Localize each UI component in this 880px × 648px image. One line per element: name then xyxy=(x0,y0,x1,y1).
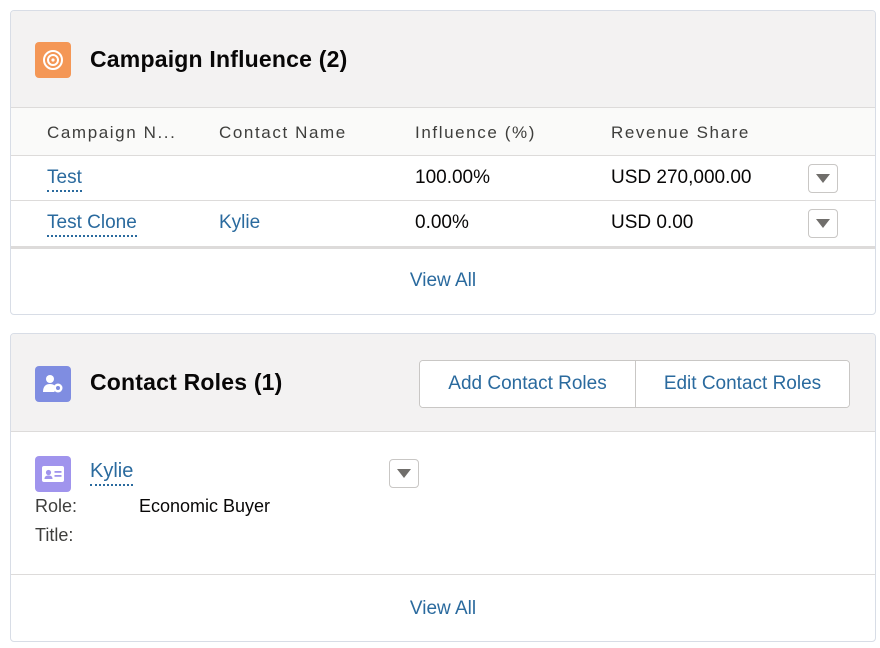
column-header-contact-name[interactable]: Contact Name xyxy=(219,123,347,143)
chevron-down-icon xyxy=(816,174,830,183)
view-all-link[interactable]: View All xyxy=(11,598,875,620)
view-all-link[interactable]: View All xyxy=(11,270,875,292)
chevron-down-icon xyxy=(816,219,830,228)
contact-roles-card: Contact Roles (1) Add Contact Roles Edit… xyxy=(10,333,876,642)
row-actions-button[interactable] xyxy=(808,209,838,238)
campaign-link[interactable]: Test xyxy=(47,167,82,192)
title-label: Title: xyxy=(35,525,74,545)
campaign-link[interactable]: Test Clone xyxy=(47,212,137,237)
contact-roles-actions: Add Contact Roles Edit Contact Roles xyxy=(419,360,850,408)
role-label: Role: xyxy=(35,496,78,516)
table-row: Test Clone Kylie 0.00% USD 0.00 xyxy=(11,201,875,249)
divider xyxy=(11,574,875,575)
chevron-down-icon xyxy=(397,469,411,478)
influence-value: 100.00% xyxy=(415,167,491,188)
contact-role-icon xyxy=(35,366,71,402)
row-actions-button[interactable] xyxy=(808,164,838,193)
revenue-share-value: USD 0.00 xyxy=(611,212,694,233)
campaign-influence-card: Campaign Influence (2) Campaign N... Con… xyxy=(10,10,876,315)
contact-card-icon xyxy=(35,456,71,492)
table-row: Test 100.00% USD 270,000.00 xyxy=(11,156,875,201)
table-header: Campaign N... Contact Name Influence (%)… xyxy=(11,108,875,156)
column-header-revenue-share[interactable]: Revenue Share xyxy=(611,123,750,143)
campaign-influence-title[interactable]: Campaign Influence (2) xyxy=(90,46,347,73)
contact-roles-title[interactable]: Contact Roles (1) xyxy=(90,369,283,396)
influence-value: 0.00% xyxy=(415,212,469,233)
contact-link[interactable]: Kylie xyxy=(219,212,260,234)
add-contact-roles-button[interactable]: Add Contact Roles xyxy=(420,361,636,407)
contact-actions-button[interactable] xyxy=(389,459,419,488)
role-value: Economic Buyer xyxy=(139,496,271,516)
contact-roles-header: Contact Roles (1) Add Contact Roles Edit… xyxy=(11,334,875,432)
contact-name-link[interactable]: Kylie xyxy=(90,460,134,486)
revenue-share-value: USD 270,000.00 xyxy=(611,167,752,188)
target-icon xyxy=(35,42,71,78)
campaign-influence-header: Campaign Influence (2) xyxy=(11,11,875,108)
column-header-influence[interactable]: Influence (%) xyxy=(415,123,536,143)
column-header-campaign-name[interactable]: Campaign N... xyxy=(47,123,176,143)
edit-contact-roles-button[interactable]: Edit Contact Roles xyxy=(636,361,849,407)
